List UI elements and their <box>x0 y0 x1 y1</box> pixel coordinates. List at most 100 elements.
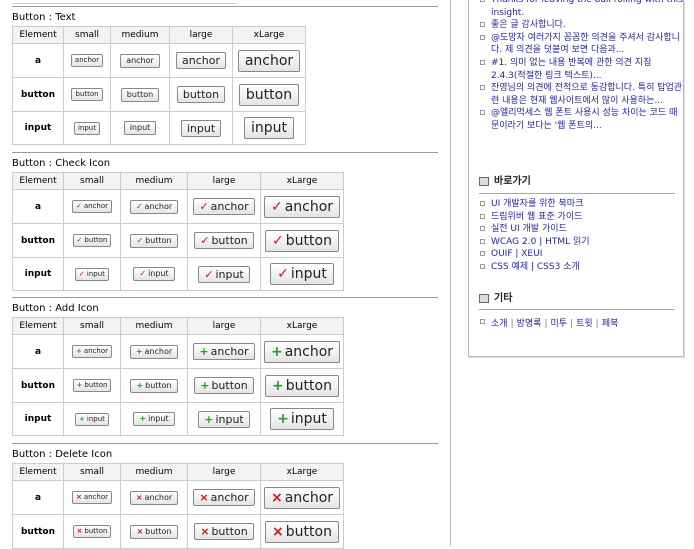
anchor-s-button[interactable]: × anchor <box>71 491 113 504</box>
input-s-button[interactable]: ✓ input <box>75 267 109 281</box>
input-l-button[interactable]: input <box>180 119 222 137</box>
comment-text: 잔영님의 의견에 전적으로 동감합니다. 특히 탑업관련 내용은 현재 웹사이트… <box>491 83 683 106</box>
comment-link[interactable]: #1. 의미 없는 내용 반복에 관한 의견 지침 2.4.3(적절한 링크 텍… <box>469 57 683 82</box>
separator: | <box>510 319 514 329</box>
button-label: button <box>145 526 172 536</box>
anchor-l-button[interactable]: ✓ anchor <box>193 198 255 215</box>
input-xl-button[interactable]: ✓ input <box>270 263 334 285</box>
comment-link[interactable]: 잔영님의 의견에 전적으로 동감합니다. 특히 탑업관련 내용은 현재 웹사이트… <box>469 82 683 107</box>
anchor-m-button[interactable]: × anchor <box>129 490 179 505</box>
anchor-l-button[interactable]: + anchor <box>193 343 255 360</box>
size-cell: anchor <box>232 43 306 78</box>
size-cell: input <box>110 111 170 145</box>
row-header: a <box>12 334 64 369</box>
input-m-button[interactable]: + input <box>133 412 175 426</box>
top-divider <box>12 0 236 4</box>
button-l-button[interactable]: + button <box>194 377 254 394</box>
shortcut-link[interactable]: 실전 UI 개발 가이드 <box>469 223 683 236</box>
column-header: small <box>63 26 111 44</box>
button-l-button[interactable]: button <box>176 86 226 103</box>
comment-link[interactable]: Thanks for leaving the ball rolling with… <box>469 0 683 19</box>
shortcut-link[interactable]: 드림위버 웹 표준 가이드 <box>469 211 683 224</box>
section-1: Button : Check Icon Element small medium lar… <box>12 152 438 291</box>
button-s-button[interactable]: + button <box>72 379 112 392</box>
button-label: anchor <box>210 345 249 358</box>
input-l-button[interactable]: ✓ input <box>198 265 250 283</box>
comment-link[interactable]: @도망자 여러가지 꼼꼼한 의견을 주셔서 감사합니다. 제 의견을 덧붙여 보… <box>469 32 683 57</box>
comment-link[interactable]: @엘리먹세스 웹 폰트 사용시 성능 차이는 코드 때문이라기 보다는 '웹 폰… <box>469 107 683 132</box>
button-label: input <box>129 123 151 132</box>
anchor-xl-button[interactable]: anchor <box>237 49 301 72</box>
button-label: button <box>75 90 99 98</box>
button-m-button[interactable]: ✓ button <box>130 233 178 248</box>
links-title: 바로가기 <box>494 176 531 187</box>
links-heading: 바로가기 <box>469 175 694 189</box>
plus-icon: + <box>139 414 147 423</box>
input-xl-button[interactable]: input <box>243 117 294 139</box>
anchor-l-button[interactable]: × anchor <box>193 489 255 506</box>
input-m-button[interactable]: ✓ input <box>133 267 175 281</box>
anchor-m-button[interactable]: ✓ anchor <box>129 199 179 214</box>
input-xl-button[interactable]: + input <box>270 408 334 430</box>
button-m-button[interactable]: button <box>120 87 160 102</box>
link-text: 실전 UI 개발 가이드 <box>491 224 567 235</box>
size-cell: + anchor <box>260 334 344 369</box>
button-xl-button[interactable]: button <box>238 83 300 106</box>
input-s-button[interactable]: + input <box>75 412 109 426</box>
input-m-button[interactable]: input <box>123 121 157 135</box>
link-text: CSS 예제 | CSS3 소개 <box>491 261 580 272</box>
etc-link[interactable]: 미투 <box>551 319 568 329</box>
etc-link[interactable]: 페북 <box>602 319 619 329</box>
button-label: anchor <box>284 343 334 360</box>
anchor-l-button[interactable]: anchor <box>176 52 226 69</box>
table-row: a ✓ anchor ✓ anchor ✓ anchor ✓ anchor <box>12 189 344 224</box>
links-divider <box>479 193 675 194</box>
shortcut-link[interactable]: WCAG 2.0 | HTML 읽기 <box>469 236 683 249</box>
table-row: input input input input input <box>12 111 306 145</box>
shortcut-link[interactable]: CSS 예제 | CSS3 소개 <box>469 261 683 274</box>
bullet-icon <box>480 319 485 324</box>
button-xl-button[interactable]: ✓ button <box>265 229 339 252</box>
size-cell: ✓ input <box>187 257 261 291</box>
bullet-icon <box>480 34 485 40</box>
anchor-m-button[interactable]: + anchor <box>129 344 179 359</box>
input-l-button[interactable]: + input <box>198 410 250 428</box>
comment-link[interactable]: 좋은 글 감사합니다. <box>469 19 683 32</box>
size-cell: ✓ anchor <box>260 189 344 224</box>
section-title: Button : Delete Icon <box>12 449 113 460</box>
comment-text: @도망자 여러가지 꼼꼼한 의견을 주셔서 감사합니다. 제 의견을 덧붙여 보… <box>491 32 680 56</box>
button-s-button[interactable]: × button <box>72 525 112 538</box>
button-table: Element small medium large xLarge a × anchor × an… <box>12 463 344 549</box>
button-xl-button[interactable]: × button <box>265 520 339 543</box>
size-cell: input <box>169 111 233 145</box>
shortcut-link[interactable]: OUIF | XEUI <box>469 248 683 261</box>
button-l-button[interactable]: ✓ button <box>194 232 254 249</box>
button-s-button[interactable]: button <box>71 88 103 101</box>
anchor-m-button[interactable]: anchor <box>120 53 160 68</box>
anchor-s-button[interactable]: + anchor <box>71 345 113 358</box>
anchor-s-button[interactable]: ✓ anchor <box>71 200 113 213</box>
comment-text: 좋은 글 감사합니다. <box>491 20 566 31</box>
button-l-button[interactable]: × button <box>194 523 254 540</box>
button-xl-button[interactable]: + button <box>265 374 339 397</box>
button-label: button <box>211 525 248 538</box>
size-cell: ✓ anchor <box>120 189 188 224</box>
plus-icon: + <box>136 380 144 390</box>
input-s-button[interactable]: input <box>73 121 100 135</box>
button-label: button <box>245 86 293 103</box>
etc-link[interactable]: 트윗 <box>576 319 593 329</box>
etc-link[interactable]: 방명록 <box>517 319 542 329</box>
etc-link[interactable]: 소개 <box>491 319 508 329</box>
button-label: anchor <box>83 202 109 210</box>
section-title: Button : Check Icon <box>12 158 111 169</box>
anchor-xl-button[interactable]: ✓ anchor <box>263 195 341 218</box>
shortcut-link[interactable]: UI 개발자를 위한 북마크 <box>469 198 683 211</box>
anchor-s-button[interactable]: anchor <box>70 54 104 67</box>
anchor-xl-button[interactable]: × anchor <box>263 486 341 509</box>
column-header: small <box>63 463 121 481</box>
button-m-button[interactable]: × button <box>130 524 178 539</box>
button-table: Element small medium large xLarge a ✓ anchor ✓ an… <box>12 172 344 291</box>
anchor-xl-button[interactable]: + anchor <box>263 340 341 363</box>
button-m-button[interactable]: + button <box>130 378 178 393</box>
button-s-button[interactable]: ✓ button <box>72 234 112 247</box>
